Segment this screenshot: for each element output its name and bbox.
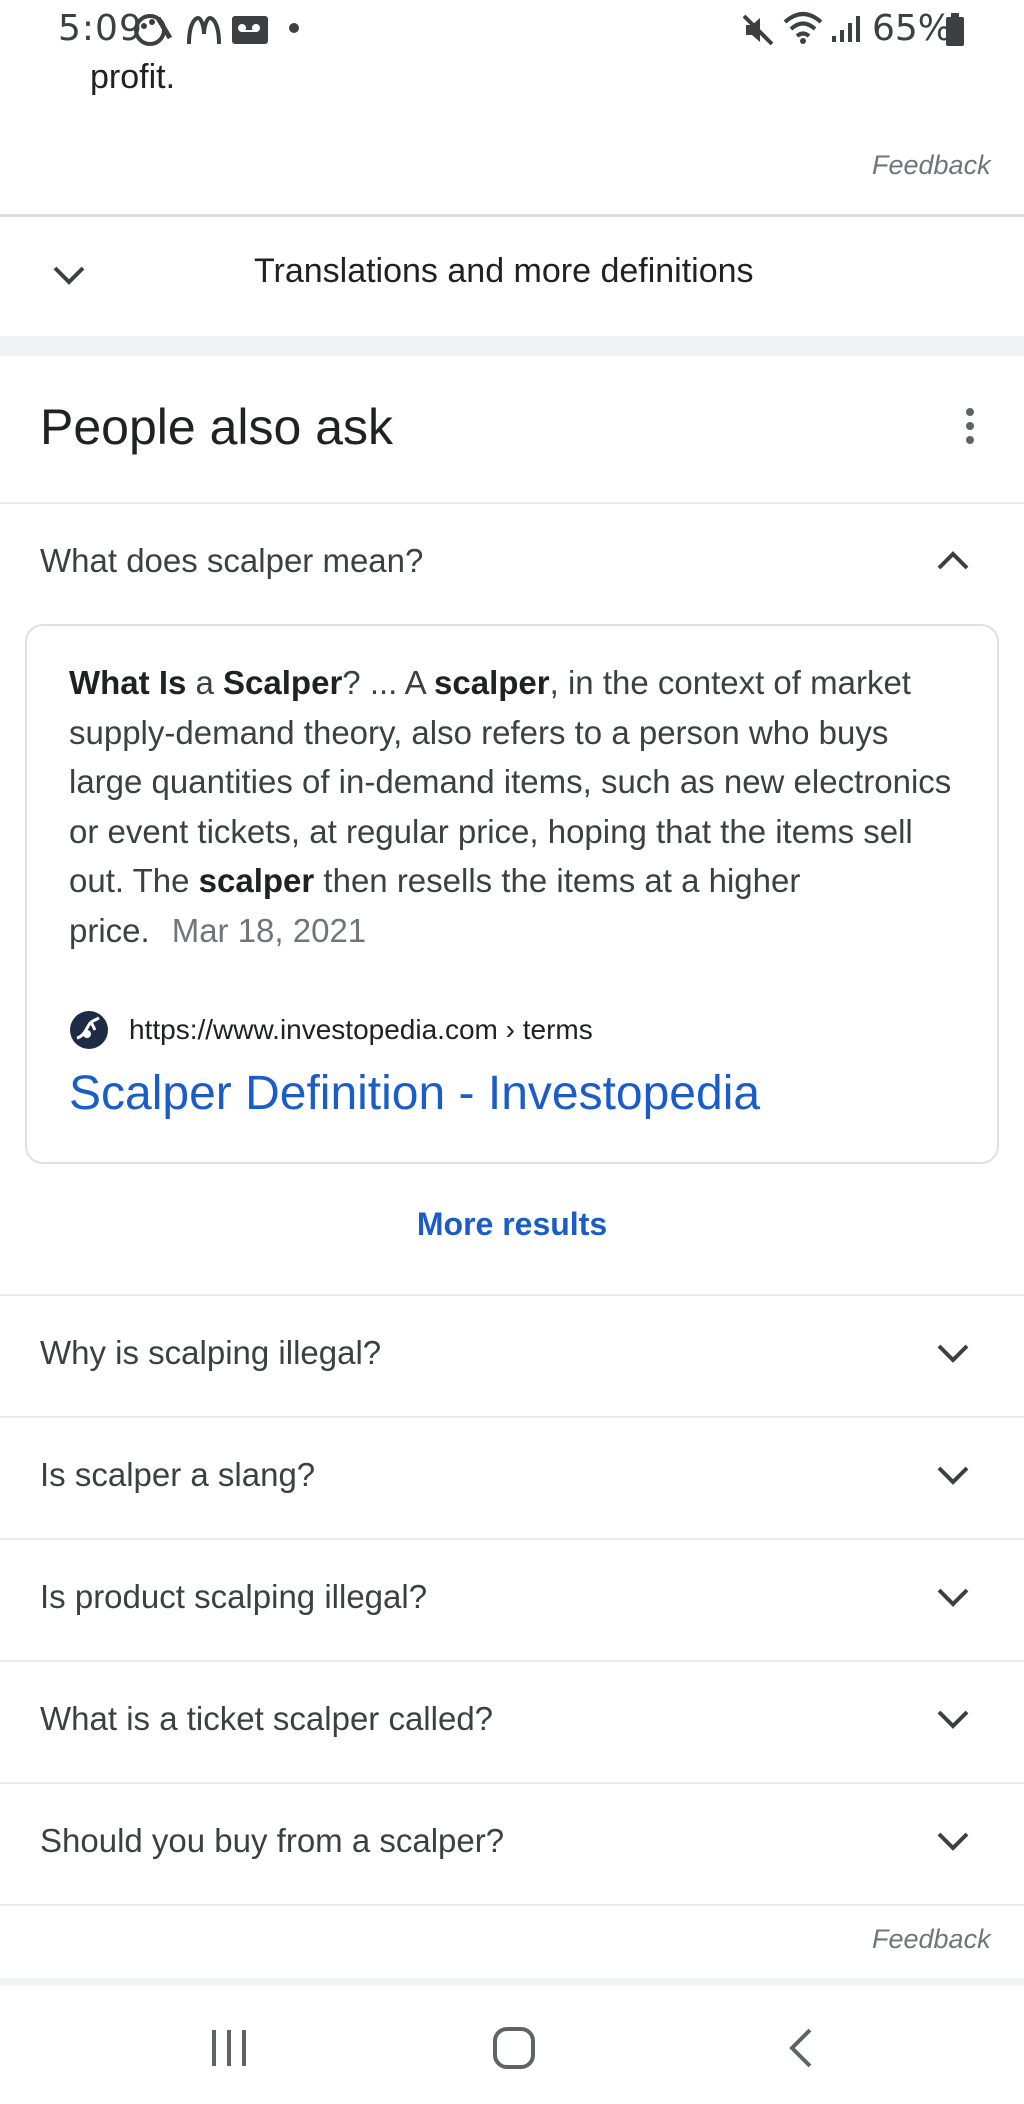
site-favicon-icon xyxy=(70,1011,108,1049)
chevron-down-icon xyxy=(53,266,85,285)
definition-feedback-link[interactable]: Feedback xyxy=(872,150,991,181)
mcdonalds-icon xyxy=(187,16,221,45)
section-separator xyxy=(0,1978,1024,1986)
answer-text: a xyxy=(186,664,224,701)
more-options-icon[interactable] xyxy=(960,406,980,446)
wifi-icon xyxy=(783,12,823,44)
question-text: What does scalper mean? xyxy=(40,542,424,579)
source-title-link[interactable]: Scalper Definition - Investopedia xyxy=(69,1066,760,1121)
battery-percent: 65% xyxy=(872,8,953,49)
question-text: What is a ticket scalper called? xyxy=(40,1700,494,1737)
definition-tail-text: profit. xyxy=(90,58,176,96)
question-row[interactable]: Why is scalping illegal? xyxy=(0,1296,1024,1416)
question-text: Should you buy from a scalper? xyxy=(40,1822,505,1859)
answer-bold-text: scalper xyxy=(434,664,550,701)
chevron-down-icon xyxy=(937,1710,969,1729)
answer-date: Mar 18, 2021 xyxy=(171,911,367,949)
source-row[interactable]: https://www.investopedia.com › terms xyxy=(69,1006,969,1056)
translations-toggle[interactable]: Translations and more definitions xyxy=(0,218,1024,334)
mute-icon xyxy=(742,14,774,46)
answer-bold-text: Scalper xyxy=(223,664,343,701)
people-also-ask-title: People also ask xyxy=(40,399,394,455)
chevron-up-icon xyxy=(937,551,969,570)
recent-apps-icon[interactable] xyxy=(208,2028,250,2068)
source-url: https://www.investopedia.com › terms xyxy=(129,1014,593,1045)
answer-card: What Is a Scalper? ... A scalper, in the… xyxy=(25,624,999,1164)
home-icon[interactable] xyxy=(492,2026,536,2070)
palette-icon xyxy=(134,14,173,46)
translations-label: Translations and more definitions xyxy=(254,252,754,290)
chevron-down-icon xyxy=(937,1466,969,1485)
question-row[interactable]: What is a ticket scalper called? xyxy=(0,1662,1024,1782)
question-row[interactable]: Is product scalping illegal? xyxy=(0,1540,1024,1660)
answer-bold-text: What Is xyxy=(69,664,187,701)
chevron-down-icon xyxy=(937,1344,969,1363)
divider xyxy=(0,214,1024,217)
more-results-link[interactable]: More results xyxy=(0,1206,1024,1243)
back-icon[interactable] xyxy=(786,2026,816,2070)
paa-feedback-link[interactable]: Feedback xyxy=(872,1924,991,1955)
voicemail-icon xyxy=(232,16,268,44)
notification-dot-icon xyxy=(289,23,299,33)
question-expanded[interactable]: What does scalper mean? xyxy=(0,504,1024,624)
question-row[interactable]: Should you buy from a scalper? xyxy=(0,1784,1024,1904)
status-time: 5:09 xyxy=(58,8,143,49)
signal-icon xyxy=(832,16,860,42)
answer-text: ? ... A xyxy=(342,664,435,701)
question-text: Is scalper a slang? xyxy=(40,1456,316,1493)
answer-bold-text: scalper xyxy=(198,862,315,899)
section-separator xyxy=(0,336,1024,356)
chevron-down-icon xyxy=(937,1588,969,1607)
question-text: Is product scalping illegal? xyxy=(40,1578,428,1615)
system-navigation-bar xyxy=(0,1988,1024,2104)
divider xyxy=(0,1904,1024,1906)
question-row[interactable]: Is scalper a slang? xyxy=(0,1418,1024,1538)
chevron-down-icon xyxy=(937,1832,969,1851)
answer-snippet: What Is a Scalper? ... A scalper, in the… xyxy=(69,658,969,955)
status-bar: 5:09 65% xyxy=(0,0,1024,62)
battery-icon xyxy=(946,13,964,46)
question-text: Why is scalping illegal? xyxy=(40,1334,382,1371)
